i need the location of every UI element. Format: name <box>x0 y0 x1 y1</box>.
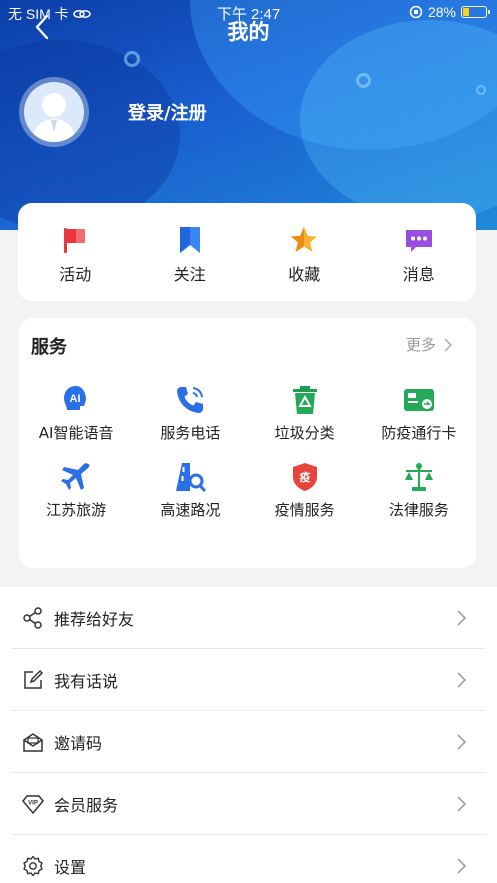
vip-badge: VIP <box>28 800 38 806</box>
message-icon <box>405 230 432 252</box>
service-label: 江苏旅游 <box>46 501 107 519</box>
menu-label: 推荐给好友 <box>54 609 135 629</box>
service-pass-card[interactable]: 防疫通行卡 <box>362 384 476 443</box>
quick-action-follow[interactable]: 关注 <box>133 203 248 301</box>
mail-icon <box>23 732 43 752</box>
settings-menu: 推荐给好友 我有话说 邀请码 VIP 会员服务 设置 <box>0 587 497 883</box>
menu-recommend-to-friend[interactable]: 推荐给好友 <box>12 587 485 649</box>
service-jiangsu-travel[interactable]: 江苏旅游 <box>19 461 133 520</box>
chevron-right-icon <box>457 857 467 874</box>
chevron-right-icon <box>457 609 467 626</box>
service-phone[interactable]: 服务电话 <box>133 384 247 443</box>
share-icon <box>23 606 42 629</box>
services-grid: AI AI智能语音 服务电话 垃圾分类 防疫通行卡 江苏旅游 高速路况 疫 疫情… <box>19 384 476 520</box>
epidemic-badge: 疫 <box>299 470 310 484</box>
header-decoration <box>356 73 371 88</box>
login-register-link[interactable]: 登录/注册 <box>128 99 207 125</box>
service-epidemic[interactable]: 疫 疫情服务 <box>248 461 362 520</box>
quick-action-favorites[interactable]: 收藏 <box>247 203 362 301</box>
service-label: AI智能语音 <box>38 424 114 442</box>
header-decoration <box>476 85 486 95</box>
service-label: 垃圾分类 <box>274 424 335 442</box>
chevron-right-icon <box>457 733 467 750</box>
scales-icon <box>404 463 433 491</box>
quick-action-label: 活动 <box>59 265 92 284</box>
star-icon <box>291 227 318 252</box>
menu-label: 我有话说 <box>54 671 119 691</box>
service-legal[interactable]: 法律服务 <box>362 461 476 520</box>
phone-icon <box>177 387 204 413</box>
quick-action-label: 消息 <box>402 265 435 284</box>
avatar[interactable] <box>19 77 89 147</box>
quick-actions-card: 活动 关注 收藏 消息 <box>18 203 476 301</box>
menu-label: 设置 <box>54 857 87 877</box>
service-highway-traffic[interactable]: 高速路况 <box>133 461 247 520</box>
ai-voice-icon: AI <box>64 386 87 410</box>
user-avatar-icon <box>32 93 76 142</box>
chevron-right-icon <box>457 795 467 812</box>
bookmark-icon <box>179 227 200 253</box>
flag-icon <box>64 228 86 253</box>
services-title: 服务 <box>31 337 67 358</box>
chevron-right-icon <box>444 337 453 352</box>
road-search-icon <box>176 463 206 492</box>
menu-feedback[interactable]: 我有话说 <box>12 649 485 711</box>
airplane-icon <box>61 463 90 490</box>
service-label: 服务电话 <box>160 424 221 442</box>
vip-icon: VIP <box>22 794 44 814</box>
service-label: 高速路况 <box>160 501 221 519</box>
pass-card-icon <box>403 389 434 411</box>
quick-action-activity[interactable]: 活动 <box>18 203 133 301</box>
more-label: 更多 <box>406 336 437 354</box>
svg-text:AI: AI <box>70 393 81 405</box>
services-more-link[interactable]: 更多 <box>406 334 453 355</box>
quick-action-label: 收藏 <box>288 265 321 284</box>
service-label: 防疫通行卡 <box>381 424 457 442</box>
menu-settings[interactable]: 设置 <box>12 835 485 883</box>
epidemic-shield-icon: 疫 <box>292 463 317 491</box>
chevron-right-icon <box>457 671 467 688</box>
menu-label: 会员服务 <box>54 795 119 815</box>
menu-membership[interactable]: VIP 会员服务 <box>12 773 485 835</box>
header-decoration <box>124 51 140 67</box>
edit-icon <box>24 669 44 689</box>
settings-icon <box>23 855 43 876</box>
page-title: 我的 <box>227 20 270 44</box>
quick-action-label: 关注 <box>173 265 206 284</box>
service-label: 疫情服务 <box>274 501 335 519</box>
battery-level <box>463 8 470 16</box>
menu-invite-code[interactable]: 邀请码 <box>12 711 485 773</box>
service-ai-voice[interactable]: AI AI智能语音 <box>19 384 133 443</box>
quick-action-messages[interactable]: 消息 <box>362 203 477 301</box>
service-label: 法律服务 <box>388 501 449 519</box>
menu-label: 邀请码 <box>54 733 103 753</box>
service-garbage-sorting[interactable]: 垃圾分类 <box>248 384 362 443</box>
recycle-bin-icon <box>292 386 317 414</box>
